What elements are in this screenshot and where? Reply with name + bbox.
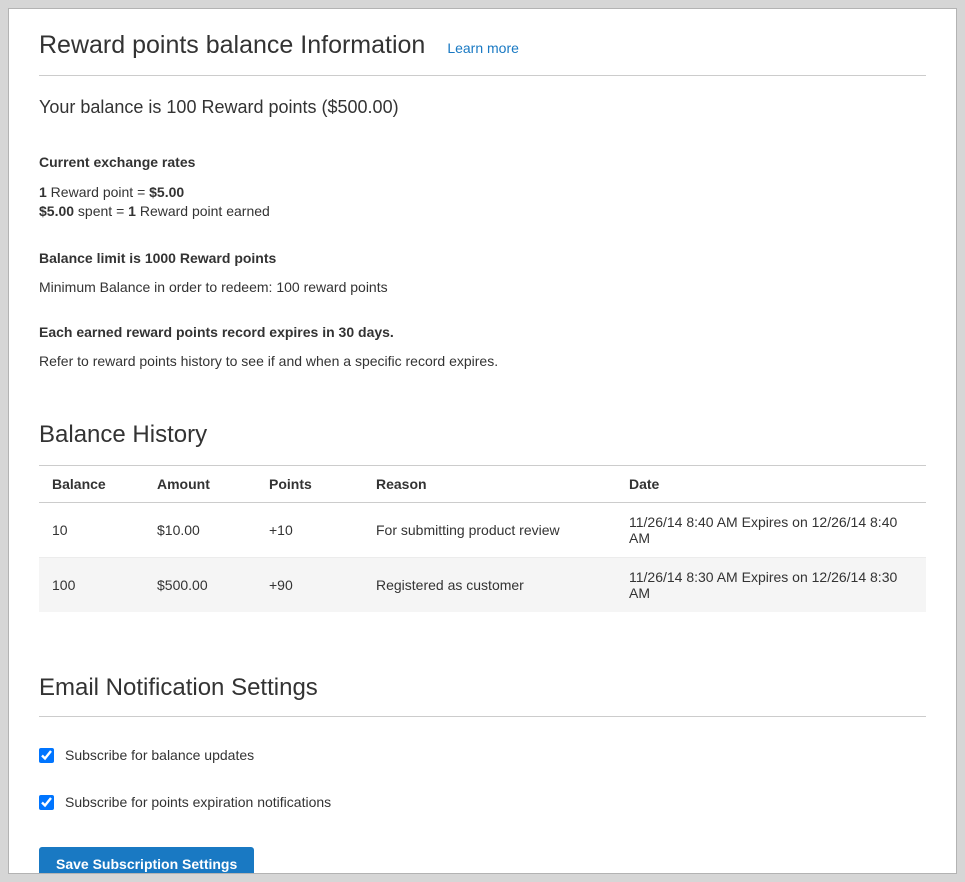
page-title: Reward points balance Information xyxy=(39,31,425,60)
column-header-points: Points xyxy=(256,466,363,503)
rate-text: Reward point = xyxy=(47,184,149,200)
expiry-note: Refer to reward points history to see if… xyxy=(39,353,926,369)
rate-amount-value: $5.00 xyxy=(39,203,74,219)
save-subscription-settings-button[interactable]: Save Subscription Settings xyxy=(39,847,254,874)
balance-history-title: Balance History xyxy=(39,421,926,449)
cell-points: +90 xyxy=(256,558,363,613)
table-row: 100 $500.00 +90 Registered as customer 1… xyxy=(39,558,926,613)
table-header-row: Balance Amount Points Reason Date xyxy=(39,466,926,503)
checkbox-label: Subscribe for balance updates xyxy=(65,747,254,763)
balance-limit-heading: Balance limit is 1000 Reward points xyxy=(39,250,926,266)
checkbox-label: Subscribe for points expiration notifica… xyxy=(65,794,331,810)
exchange-rates: 1 Reward point = $5.00 $5.00 spent = 1 R… xyxy=(39,183,926,221)
balance-history-table: Balance Amount Points Reason Date 10 $10… xyxy=(39,465,926,612)
cell-balance: 10 xyxy=(39,503,144,558)
rate-line-point-to-currency: 1 Reward point = $5.00 xyxy=(39,183,926,202)
cell-amount: $10.00 xyxy=(144,503,256,558)
subscribe-balance-updates-option[interactable]: Subscribe for balance updates xyxy=(39,747,926,763)
rate-points-value: 1 xyxy=(128,203,136,219)
learn-more-link[interactable]: Learn more xyxy=(447,40,519,56)
cell-points: +10 xyxy=(256,503,363,558)
column-header-date: Date xyxy=(616,466,926,503)
table-row: 10 $10.00 +10 For submitting product rev… xyxy=(39,503,926,558)
rate-text: spent = xyxy=(74,203,128,219)
rate-line-currency-to-point: $5.00 spent = 1 Reward point earned xyxy=(39,202,926,221)
page-header: Reward points balance Information Learn … xyxy=(39,31,926,76)
email-settings-header: Email Notification Settings xyxy=(39,674,926,717)
exchange-rates-heading: Current exchange rates xyxy=(39,154,926,170)
minimum-balance-note: Minimum Balance in order to redeem: 100 … xyxy=(39,279,926,295)
column-header-reason: Reason xyxy=(363,466,616,503)
cell-date: 11/26/14 8:40 AM Expires on 12/26/14 8:4… xyxy=(616,503,926,558)
rate-amount-value: $5.00 xyxy=(149,184,184,200)
email-settings-title: Email Notification Settings xyxy=(39,674,926,702)
cell-amount: $500.00 xyxy=(144,558,256,613)
column-header-amount: Amount xyxy=(144,466,256,503)
column-header-balance: Balance xyxy=(39,466,144,503)
cell-reason: For submitting product review xyxy=(363,503,616,558)
subscribe-expiration-notifications-option[interactable]: Subscribe for points expiration notifica… xyxy=(39,794,926,810)
rate-points-value: 1 xyxy=(39,184,47,200)
balance-summary: Your balance is 100 Reward points ($500.… xyxy=(39,97,926,118)
cell-date: 11/26/14 8:30 AM Expires on 12/26/14 8:3… xyxy=(616,558,926,613)
cell-reason: Registered as customer xyxy=(363,558,616,613)
balance-updates-checkbox[interactable] xyxy=(39,748,54,763)
rate-text: Reward point earned xyxy=(136,203,270,219)
expiration-notifications-checkbox[interactable] xyxy=(39,795,54,810)
reward-points-panel: Reward points balance Information Learn … xyxy=(8,8,957,874)
expiry-heading: Each earned reward points record expires… xyxy=(39,324,926,340)
cell-balance: 100 xyxy=(39,558,144,613)
